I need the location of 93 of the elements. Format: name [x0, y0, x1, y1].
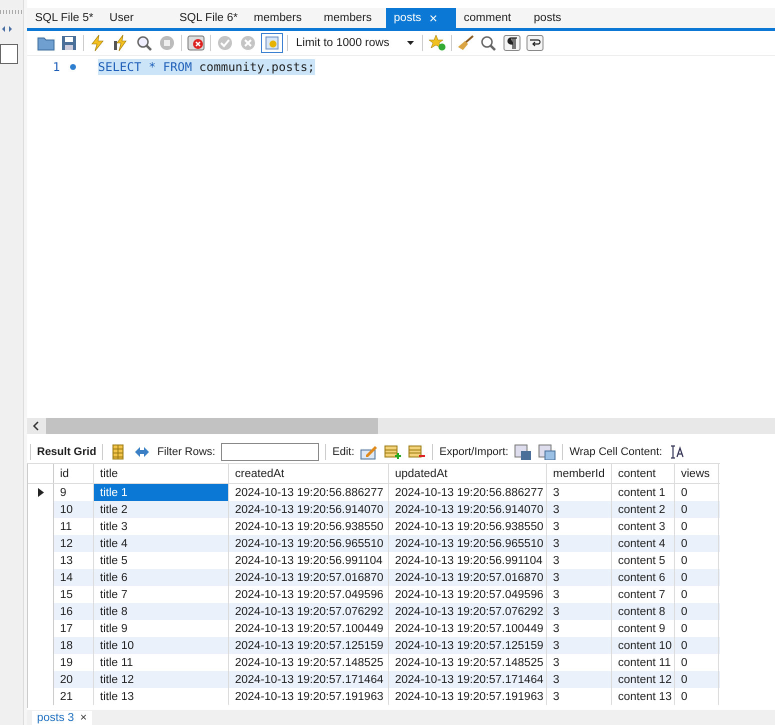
toggle-button[interactable] [262, 34, 282, 52]
table-cell[interactable]: 20 [54, 671, 94, 688]
magnifier-icon[interactable] [135, 35, 153, 51]
close-button[interactable]: × [80, 712, 87, 724]
tab[interactable]: posts [526, 8, 596, 28]
result-grid-label: Result Grid [37, 446, 96, 458]
table-cell[interactable]: 2024-10-13 19:20:56.914070 [229, 501, 389, 518]
table-cell[interactable]: 18 [54, 637, 94, 654]
table-cell[interactable]: title 12 [94, 671, 229, 688]
table-cell[interactable]: 2024-10-13 19:20:57.016870 [229, 569, 389, 586]
tab[interactable]: User [101, 8, 172, 28]
table-cell[interactable]: 0 [675, 637, 719, 654]
input-field[interactable] [0, 44, 18, 64]
horizontal-scrollbar[interactable] [27, 418, 775, 434]
folder-icon[interactable] [37, 35, 55, 51]
save-icon[interactable] [60, 35, 78, 51]
table-cell[interactable]: 0 [675, 501, 719, 518]
import-icon[interactable] [538, 444, 556, 460]
table-cell[interactable]: 2024-10-13 19:20:57.016870 [389, 569, 547, 586]
table-cell[interactable]: title 13 [94, 688, 229, 705]
stop-icon[interactable] [158, 35, 176, 51]
wrap-text-icon[interactable] [668, 444, 686, 460]
close-button[interactable]: × [429, 11, 438, 25]
table-cell[interactable]: 0 [675, 535, 719, 552]
table-cell[interactable]: 2024-10-13 19:20:57.125159 [229, 637, 389, 654]
table-cell[interactable]: 2024-10-13 19:20:57.191963 [229, 688, 389, 705]
limit-dropdown[interactable]: Limit to 1000 rows [293, 37, 417, 49]
scrollbar-thumb[interactable] [46, 418, 378, 434]
table-cell[interactable]: content 12 [612, 671, 675, 688]
tab[interactable]: comment [456, 8, 526, 28]
star-icon[interactable] [428, 35, 446, 51]
broom-icon[interactable] [457, 35, 475, 51]
table-cell[interactable]: title 1 [94, 484, 229, 501]
table-cell[interactable]: 3 [547, 535, 612, 552]
table-cell[interactable]: 2024-10-13 19:20:57.191963 [389, 688, 547, 705]
tab[interactable]: members [246, 8, 316, 28]
line-number: 1 [52, 60, 60, 74]
edit-label: Edit: [332, 446, 354, 458]
table-cell[interactable]: content 4 [612, 535, 675, 552]
table-cell[interactable]: 10 [54, 501, 94, 518]
edit-pencil-icon[interactable] [360, 444, 378, 460]
table-cell[interactable]: 2024-10-13 19:20:57.125159 [389, 637, 547, 654]
export-icon[interactable] [514, 444, 532, 460]
caret-icon [407, 41, 414, 45]
table-cell[interactable]: title 4 [94, 535, 229, 552]
filter-label: Filter Rows: [157, 446, 216, 458]
table-cell[interactable]: 3 [547, 637, 612, 654]
table-cell[interactable]: 2024-10-13 19:20:57.076292 [389, 603, 547, 620]
tab[interactable]: posts × [386, 8, 456, 28]
table-cell[interactable]: content 13 [612, 688, 675, 705]
table-cell[interactable]: title 10 [94, 637, 229, 654]
table-cell[interactable]: 2024-10-13 19:20:57.171464 [229, 671, 389, 688]
current-row-icon [38, 488, 44, 497]
check-icon[interactable] [216, 35, 234, 51]
table-cell[interactable]: 2024-10-13 19:20:57.076292 [229, 603, 389, 620]
table-cell[interactable]: 2024-10-13 19:20:56.965510 [389, 535, 547, 552]
table-cell[interactable]: 2024-10-13 19:20:57.171464 [389, 671, 547, 688]
filter-field[interactable] [221, 443, 320, 461]
delete-row-icon[interactable] [408, 444, 426, 460]
table-cell[interactable]: content 6 [612, 569, 675, 586]
table-cell[interactable]: 3 [547, 603, 612, 620]
table-cell[interactable]: 12 [54, 535, 94, 552]
table-cell[interactable]: 16 [54, 603, 94, 620]
table-cell[interactable]: title 2 [94, 501, 229, 518]
table-cell[interactable]: title 8 [94, 603, 229, 620]
tab[interactable]: SQL File 6* [171, 8, 246, 28]
table-cell[interactable]: 3 [547, 569, 612, 586]
statement-dot-icon [70, 64, 76, 70]
table-cell[interactable]: title 6 [94, 569, 229, 586]
table-cell[interactable]: 14 [54, 569, 94, 586]
search-icon[interactable] [480, 35, 498, 51]
wrap-cell-label: Wrap Cell Content: [569, 446, 662, 458]
table-cell[interactable]: 21 [54, 688, 94, 705]
table-cell[interactable]: 2024-10-13 19:20:56.914070 [389, 501, 547, 518]
table-cell[interactable]: 0 [675, 688, 719, 705]
table-cell[interactable]: 3 [547, 688, 612, 705]
scroll-left-icon[interactable] [32, 421, 40, 431]
table-cell[interactable]: 3 [547, 501, 612, 518]
tab[interactable]: SQL File 5* [27, 8, 102, 28]
pilcrow-icon[interactable] [503, 35, 521, 51]
export-import-label: Export/Import: [439, 446, 508, 458]
table-cell[interactable]: content 2 [612, 501, 675, 518]
result-tab[interactable]: posts 3 × [32, 711, 92, 725]
table-cell[interactable]: 0 [675, 671, 719, 688]
wrap-icon[interactable] [526, 35, 544, 51]
table-cell[interactable]: content 10 [612, 637, 675, 654]
table-cell[interactable]: 0 [675, 569, 719, 586]
add-row-icon[interactable] [384, 444, 402, 460]
table-cell[interactable]: 3 [547, 671, 612, 688]
table-cell[interactable]: content 8 [612, 603, 675, 620]
table-cell[interactable]: 2024-10-13 19:20:56.965510 [229, 535, 389, 552]
table-cell[interactable]: 0 [675, 603, 719, 620]
tab[interactable]: members [316, 8, 386, 28]
